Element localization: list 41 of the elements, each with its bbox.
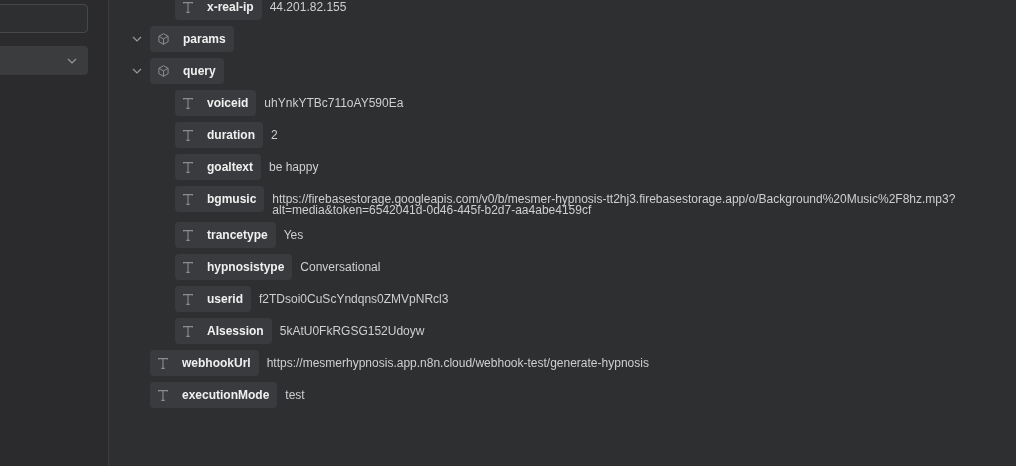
text-type-icon [183, 193, 193, 205]
text-type-icon [183, 325, 193, 337]
field-value: https://firebasestorage.googleapis.com/v0/b/mesmer-hypnosis-tt2hj3.firebasestorage.app/o/Background%20Music%2F8hz.mp3?alt=media&token=6542041d-0d46-445f-b2d7-aa4abe4159cf [272, 194, 957, 216]
text-type-icon [183, 161, 193, 173]
chevron-icon[interactable] [132, 36, 142, 42]
text-type-icon [183, 261, 193, 273]
field-key[interactable]: webhookUrl [150, 350, 259, 376]
text-type-icon [183, 229, 193, 241]
field-key[interactable]: trancetype [175, 222, 276, 248]
field-value: 2 [271, 130, 279, 141]
text-type-icon [158, 357, 168, 369]
text-type-icon [183, 1, 193, 13]
text-type-icon [158, 389, 168, 401]
field-key[interactable]: hypnosistype [175, 254, 293, 280]
field-key[interactable]: goaltext [175, 154, 261, 180]
cube-icon [158, 33, 169, 45]
field-value: be happy [269, 162, 320, 173]
field-key[interactable]: AIsession [175, 318, 272, 344]
field-value: test [285, 390, 306, 401]
field-value: Conversational [300, 262, 382, 273]
chevron-icon[interactable] [132, 68, 142, 74]
chevron-down-icon [67, 57, 77, 64]
field-value: https://mesmerhypnosis.app.n8n.cloud/webhook-test/generate-hypnosis [266, 358, 650, 369]
text-type-icon [183, 293, 193, 305]
field-key[interactable]: executionMode [150, 382, 278, 408]
field-key[interactable]: params [150, 26, 234, 52]
field-value: Yes [283, 230, 305, 241]
text-type-icon [183, 97, 193, 109]
field-value: 5kAtU0FkRGSG152Udoyw [279, 326, 426, 337]
field-key[interactable]: x-real-ip [175, 0, 262, 20]
field-key[interactable]: duration [175, 122, 263, 148]
cube-icon [158, 65, 169, 77]
text-type-icon [183, 129, 193, 141]
field-key[interactable]: userid [175, 286, 251, 312]
field-key[interactable]: query [150, 58, 224, 84]
field-value: f2TDsoi0CuScYndqns0ZMVpNRcl3 [259, 294, 450, 305]
text-field[interactable] [0, 4, 88, 33]
field-key[interactable]: bgmusic [175, 186, 265, 212]
field-key[interactable]: voiceid [175, 90, 257, 116]
field-value: 44.201.82.155 [269, 2, 348, 13]
field-value: uhYnkYTBc711oAY590Ea [264, 98, 405, 109]
